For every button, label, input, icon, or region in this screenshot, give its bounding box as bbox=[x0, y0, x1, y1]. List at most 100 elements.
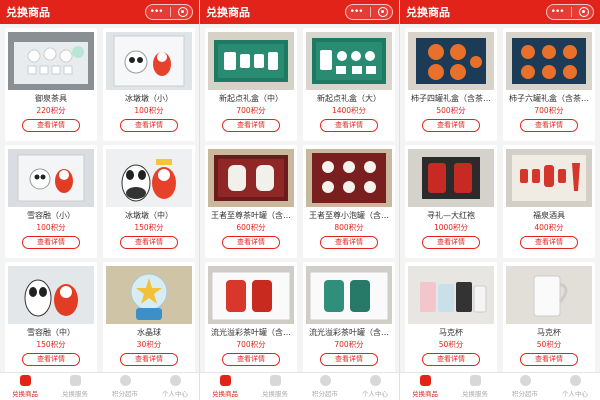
product-image[interactable] bbox=[106, 266, 192, 324]
product-card[interactable]: 流光溢彩茶叶罐（含… 700积分 查看详情 bbox=[303, 262, 395, 375]
view-details-button[interactable]: 查看详情 bbox=[22, 353, 80, 366]
product-image[interactable] bbox=[208, 32, 294, 90]
product-card[interactable]: 王者至尊茶叶罐（含… 600积分 查看详情 bbox=[205, 145, 297, 258]
product-points: 700积分 bbox=[236, 106, 266, 115]
tab-exchange-service[interactable]: 兑换服务 bbox=[250, 373, 300, 400]
product-image[interactable] bbox=[408, 266, 494, 324]
mini-program-capsule[interactable]: ••• bbox=[145, 4, 193, 20]
product-image[interactable] bbox=[8, 149, 94, 207]
product-image[interactable] bbox=[208, 149, 294, 207]
product-grid: 御泉茶具 220积分 查看详情 冰墩墩（小） 100积分 查看详情 雪容融（小）… bbox=[0, 24, 199, 375]
product-points: 100积分 bbox=[134, 106, 164, 115]
product-card[interactable]: 冰墩墩（小） 100积分 查看详情 bbox=[103, 28, 195, 141]
tab-points-market[interactable]: 积分超市 bbox=[500, 373, 550, 400]
product-card[interactable]: 新起点礼盒（中） 700积分 查看详情 bbox=[205, 28, 297, 141]
view-details-button[interactable]: 查看详情 bbox=[222, 236, 280, 249]
view-details-button[interactable]: 查看详情 bbox=[422, 119, 480, 132]
view-details-button[interactable]: 查看详情 bbox=[120, 353, 178, 366]
close-target-icon[interactable] bbox=[378, 7, 389, 17]
view-details-button[interactable]: 查看详情 bbox=[22, 236, 80, 249]
view-details-button[interactable]: 查看详情 bbox=[320, 236, 378, 249]
product-image[interactable] bbox=[306, 266, 392, 324]
product-image[interactable] bbox=[306, 149, 392, 207]
tab-exchange-goods[interactable]: 兑换商品 bbox=[0, 373, 50, 400]
tab-label: 兑换服务 bbox=[62, 390, 88, 398]
view-details-button[interactable]: 查看详情 bbox=[422, 353, 480, 366]
market-icon bbox=[319, 375, 331, 386]
product-name: 新起点礼盒（大） bbox=[317, 94, 381, 103]
view-details-button[interactable]: 查看详情 bbox=[520, 119, 578, 132]
view-details-button[interactable]: 查看详情 bbox=[222, 119, 280, 132]
view-details-button[interactable]: 查看详情 bbox=[520, 236, 578, 249]
mini-program-capsule[interactable]: ••• bbox=[345, 4, 393, 20]
tab-label: 兑换商品 bbox=[412, 390, 438, 398]
tab-exchange-goods[interactable]: 兑换商品 bbox=[200, 373, 250, 400]
more-dots-icon[interactable]: ••• bbox=[150, 7, 164, 17]
product-name: 冰墩墩（小） bbox=[125, 94, 173, 103]
product-card[interactable]: 御泉茶具 220积分 查看详情 bbox=[5, 28, 97, 141]
product-image[interactable] bbox=[506, 266, 592, 324]
product-image[interactable] bbox=[506, 32, 592, 90]
close-target-icon[interactable] bbox=[579, 7, 590, 17]
view-details-button[interactable]: 查看详情 bbox=[520, 353, 578, 366]
view-details-button[interactable]: 查看详情 bbox=[320, 353, 378, 366]
title-bar: 兑换商品 ••• bbox=[0, 0, 199, 24]
view-details-button[interactable]: 查看详情 bbox=[22, 119, 80, 132]
product-image[interactable] bbox=[208, 266, 294, 324]
tab-label: 兑换服务 bbox=[462, 390, 488, 398]
product-points: 50积分 bbox=[438, 340, 464, 349]
user-icon bbox=[169, 375, 181, 386]
tab-exchange-service[interactable]: 兑换服务 bbox=[50, 373, 100, 400]
view-details-button[interactable]: 查看详情 bbox=[320, 119, 378, 132]
product-image[interactable] bbox=[106, 149, 192, 207]
page-title: 兑换商品 bbox=[6, 6, 50, 19]
product-image[interactable] bbox=[306, 32, 392, 90]
product-card[interactable]: 流光溢彩茶叶罐（含… 700积分 查看详情 bbox=[205, 262, 297, 375]
product-name: 马克杯 bbox=[439, 328, 463, 337]
close-target-icon[interactable] bbox=[178, 7, 189, 17]
product-card[interactable]: 雪容融（中） 150积分 查看详情 bbox=[5, 262, 97, 375]
title-bar: 兑换商品 ••• bbox=[200, 0, 399, 24]
tab-personal-center[interactable]: 个人中心 bbox=[350, 373, 399, 400]
product-image[interactable] bbox=[408, 32, 494, 90]
tab-personal-center[interactable]: 个人中心 bbox=[150, 373, 199, 400]
more-dots-icon[interactable]: ••• bbox=[350, 7, 364, 17]
product-card[interactable]: 马克杯 50积分 查看详情 bbox=[503, 262, 595, 375]
product-image[interactable] bbox=[8, 32, 94, 90]
view-details-button[interactable]: 查看详情 bbox=[120, 119, 178, 132]
shop-icon bbox=[419, 375, 431, 386]
mini-program-capsule[interactable]: ••• bbox=[546, 4, 594, 20]
service-icon bbox=[469, 375, 481, 386]
product-card[interactable]: 柿子六罐礼盒（含茶… 700积分 查看详情 bbox=[503, 28, 595, 141]
product-points: 100积分 bbox=[36, 223, 66, 232]
view-details-button[interactable]: 查看详情 bbox=[120, 236, 178, 249]
tab-label: 个人中心 bbox=[162, 390, 188, 398]
product-card[interactable]: 雪容融（小） 100积分 查看详情 bbox=[5, 145, 97, 258]
product-card[interactable]: 新起点礼盒（大） 1400积分 查看详情 bbox=[303, 28, 395, 141]
product-image[interactable] bbox=[106, 32, 192, 90]
product-name: 流光溢彩茶叶罐（含… bbox=[309, 328, 389, 337]
product-card[interactable]: 柿子四罐礼盒（含茶… 500积分 查看详情 bbox=[405, 28, 497, 141]
product-card[interactable]: 水晶球 30积分 查看详情 bbox=[103, 262, 195, 375]
product-image[interactable] bbox=[408, 149, 494, 207]
product-image[interactable] bbox=[8, 266, 94, 324]
product-grid: 新起点礼盒（中） 700积分 查看详情 新起点礼盒（大） 1400积分 查看详情… bbox=[200, 24, 399, 375]
product-points: 150积分 bbox=[36, 340, 66, 349]
product-card[interactable]: 福泉酒具 400积分 查看详情 bbox=[503, 145, 595, 258]
tab-exchange-service[interactable]: 兑换服务 bbox=[450, 373, 500, 400]
product-card[interactable]: 马克杯 50积分 查看详情 bbox=[405, 262, 497, 375]
product-image[interactable] bbox=[506, 149, 592, 207]
tab-exchange-goods[interactable]: 兑换商品 bbox=[400, 373, 450, 400]
more-dots-icon[interactable]: ••• bbox=[551, 7, 565, 17]
market-icon bbox=[519, 375, 531, 386]
shop-icon bbox=[219, 375, 231, 386]
view-details-button[interactable]: 查看详情 bbox=[422, 236, 480, 249]
tab-points-market[interactable]: 积分超市 bbox=[300, 373, 350, 400]
tab-points-market[interactable]: 积分超市 bbox=[100, 373, 150, 400]
product-card[interactable]: 冰墩墩（中） 150积分 查看详情 bbox=[103, 145, 195, 258]
view-details-button[interactable]: 查看详情 bbox=[222, 353, 280, 366]
product-card[interactable]: 王者至尊小泡罐（含… 800积分 查看详情 bbox=[303, 145, 395, 258]
product-points: 1000积分 bbox=[433, 223, 469, 232]
tab-personal-center[interactable]: 个人中心 bbox=[550, 373, 600, 400]
product-card[interactable]: 寻礼—大红袍 1000积分 查看详情 bbox=[405, 145, 497, 258]
